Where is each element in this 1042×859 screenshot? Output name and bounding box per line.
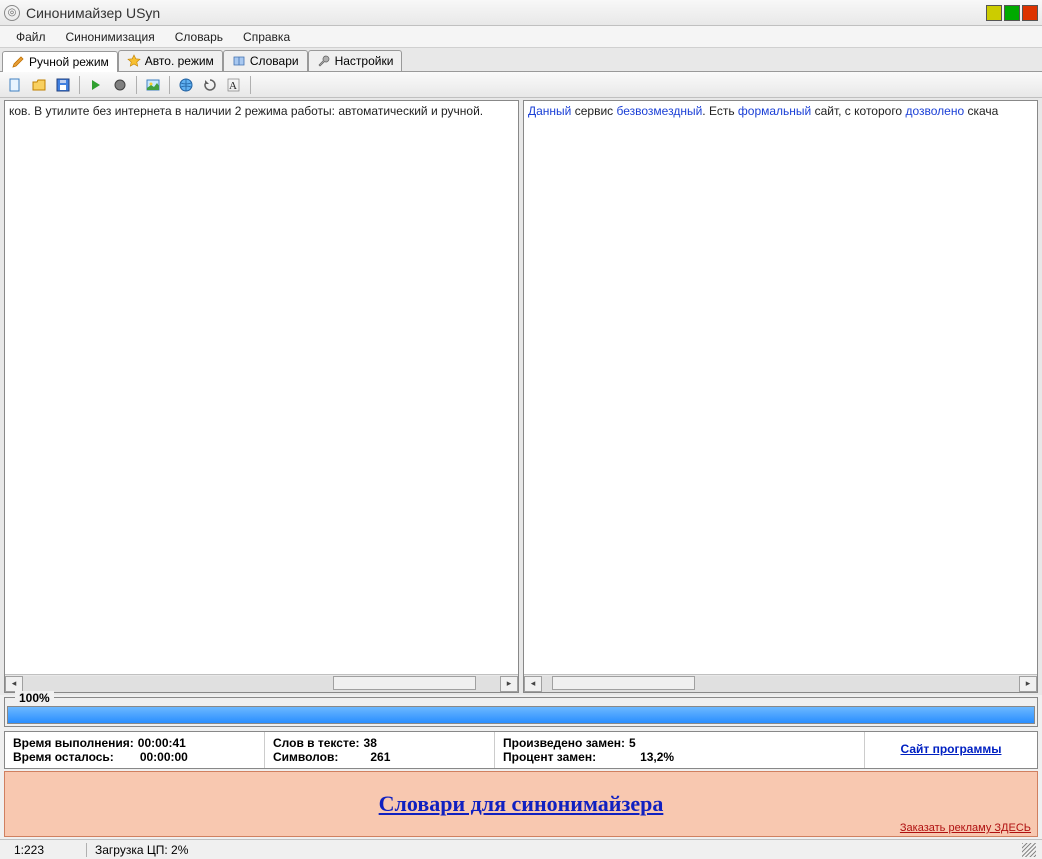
right-editor[interactable]: Данный сервис безвозмездный. Есть формал… — [524, 101, 1037, 674]
text-run: . Есть — [702, 104, 738, 118]
window-close-button[interactable] — [1022, 5, 1038, 21]
progress-label: 100% — [15, 691, 54, 705]
tab-manual-label: Ручной режим — [29, 55, 109, 69]
run-button[interactable] — [85, 74, 107, 96]
svg-text:A: A — [229, 80, 237, 92]
toolbar-separator — [79, 76, 80, 94]
time-exec-value: 00:00:41 — [138, 736, 186, 750]
time-exec-label: Время выполнения: — [13, 736, 134, 750]
wrench-icon — [317, 54, 331, 68]
time-left-value: 00:00:00 — [140, 750, 188, 764]
star-icon — [127, 54, 141, 68]
synonym-word[interactable]: безвозмездный — [616, 104, 702, 118]
scroll-right-button[interactable]: ▸ — [500, 676, 518, 692]
stop-button[interactable] — [109, 74, 131, 96]
chars-value: 261 — [370, 750, 390, 764]
statusbar: 1:223 Загрузка ЦП: 2% — [0, 839, 1042, 859]
font-button[interactable]: A — [223, 74, 245, 96]
resize-grip[interactable] — [1022, 843, 1036, 857]
scroll-left-button[interactable]: ◂ — [524, 676, 542, 692]
left-hscrollbar[interactable]: ◂ ▸ — [5, 674, 518, 692]
menu-synonymize[interactable]: Синонимизация — [56, 28, 165, 46]
progress-section: 100% — [4, 697, 1038, 727]
toolbar: A — [0, 72, 1042, 98]
menubar: Файл Синонимизация Словарь Справка — [0, 26, 1042, 48]
tabbar: Ручной режим Авто. режим Словари Настрой… — [0, 48, 1042, 72]
window-title: Синонимайзер USyn — [26, 5, 984, 21]
stats-words: Слов в тексте: 38 Символов: 261 — [265, 732, 495, 768]
time-left-label: Время осталось: — [13, 750, 114, 764]
stats-row: Время выполнения: 00:00:41 Время осталось… — [4, 731, 1038, 769]
pencil-icon — [11, 55, 25, 69]
progress-fill — [8, 707, 1034, 723]
stats-replacements: Произведено замен: 5 Процент замен: 13,2% — [495, 732, 865, 768]
editor-area: ков. В утилите без интернета в наличии 2… — [0, 98, 1042, 695]
replaced-label: Произведено замен: — [503, 736, 625, 750]
ad-main-link[interactable]: Словари для синонимайзера — [379, 791, 664, 817]
pct-label: Процент замен: — [503, 750, 596, 764]
tab-dicts-label: Словари — [250, 54, 299, 68]
toolbar-separator — [169, 76, 170, 94]
toolbar-separator — [136, 76, 137, 94]
new-file-button[interactable] — [4, 74, 26, 96]
menu-help[interactable]: Справка — [233, 28, 300, 46]
stats-link-cell: Сайт программы — [865, 732, 1037, 768]
words-label: Слов в тексте: — [273, 736, 360, 750]
tab-auto[interactable]: Авто. режим — [118, 50, 223, 71]
tab-manual[interactable]: Ручной режим — [2, 51, 118, 72]
synonym-word[interactable]: дозволено — [905, 104, 964, 118]
right-editor-pane: Данный сервис безвозмездный. Есть формал… — [523, 100, 1038, 693]
refresh-button[interactable] — [199, 74, 221, 96]
scroll-thumb[interactable] — [552, 676, 695, 690]
ad-banner: Словари для синонимайзера Заказать рекла… — [4, 771, 1038, 837]
window-maximize-button[interactable] — [1004, 5, 1020, 21]
save-button[interactable] — [52, 74, 74, 96]
text-run: сайт, с которого — [811, 104, 905, 118]
synonym-word[interactable]: формальный — [738, 104, 811, 118]
chars-label: Символов: — [273, 750, 338, 764]
tab-settings[interactable]: Настройки — [308, 50, 403, 71]
scroll-right-button[interactable]: ▸ — [1019, 676, 1037, 692]
left-editor-pane: ков. В утилите без интернета в наличии 2… — [4, 100, 519, 693]
text-run: скача — [964, 104, 998, 118]
tab-auto-label: Авто. режим — [145, 54, 214, 68]
replaced-value: 5 — [629, 736, 636, 750]
scroll-track[interactable] — [542, 676, 1019, 692]
progress-bar — [7, 706, 1035, 724]
left-editor[interactable]: ков. В утилите без интернета в наличии 2… — [5, 101, 518, 674]
open-file-button[interactable] — [28, 74, 50, 96]
scroll-thumb[interactable] — [333, 676, 476, 690]
site-link[interactable]: Сайт программы — [901, 742, 1002, 756]
app-icon: ◎ — [4, 5, 20, 21]
stats-time: Время выполнения: 00:00:41 Время осталось… — [5, 732, 265, 768]
globe-button[interactable] — [175, 74, 197, 96]
text-run: сервис — [571, 104, 616, 118]
scroll-track[interactable] — [23, 676, 500, 692]
menu-dictionary[interactable]: Словарь — [165, 28, 233, 46]
status-position: 1:223 — [6, 843, 86, 857]
menu-file[interactable]: Файл — [6, 28, 56, 46]
status-cpu: Загрузка ЦП: 2% — [86, 843, 196, 857]
ad-order-link[interactable]: Заказать рекламу ЗДЕСЬ — [900, 822, 1031, 834]
words-value: 38 — [364, 736, 377, 750]
tab-settings-label: Настройки — [335, 54, 394, 68]
titlebar: ◎ Синонимайзер USyn — [0, 0, 1042, 26]
right-hscrollbar[interactable]: ◂ ▸ — [524, 674, 1037, 692]
picture-button[interactable] — [142, 74, 164, 96]
book-icon — [232, 54, 246, 68]
tab-dicts[interactable]: Словари — [223, 50, 308, 71]
pct-value: 13,2% — [640, 750, 674, 764]
window-minimize-button[interactable] — [986, 5, 1002, 21]
synonym-word[interactable]: Данный — [528, 104, 571, 118]
toolbar-separator — [250, 76, 251, 94]
scroll-left-button[interactable]: ◂ — [5, 676, 23, 692]
